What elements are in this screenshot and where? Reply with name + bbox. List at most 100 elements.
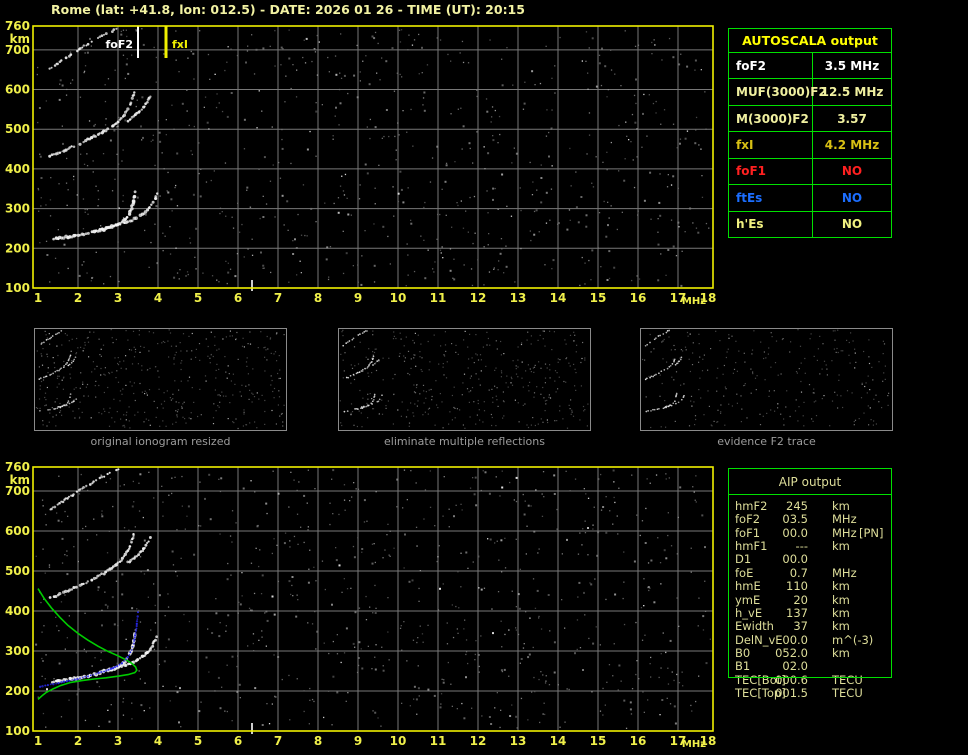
trace-hop2_o bbox=[48, 91, 136, 158]
aip-row-tec-bot-: TEC[Bot] 000.6 TECU bbox=[728, 672, 892, 687]
autoscala-row-muf-3000-f2: MUF(3000)F2 12.5 MHz bbox=[729, 79, 891, 106]
thumbnail-original-ionogram bbox=[34, 328, 287, 431]
autoscala-rows: foF2 3.5 MHz MUF(3000)F2 12.5 MHz M(3000)F2 3… bbox=[729, 53, 891, 237]
autoscala-row-label: foF2 bbox=[729, 53, 813, 79]
trace-layer bbox=[37, 468, 158, 700]
x-tick-label: 3 bbox=[114, 291, 122, 305]
thumbnail-original-ionogram-image bbox=[35, 329, 285, 430]
noise-layer bbox=[35, 469, 711, 734]
aip-panel-header: AIP output bbox=[778, 475, 842, 489]
y-tick-label: 100 bbox=[5, 724, 30, 738]
thumbnail-evidence-f2-trace bbox=[640, 328, 893, 431]
aip-row-hme: hmE 110 km bbox=[728, 580, 892, 593]
x-tick-label: 1 bbox=[34, 734, 42, 748]
x-tick-label: 7 bbox=[274, 291, 282, 305]
autoscala-row-ftes: ftEs NO bbox=[729, 185, 891, 212]
aip-row-hmf2: hmF2 245 km bbox=[728, 500, 892, 513]
x-tick-label: 12 bbox=[470, 291, 487, 305]
x-tick-label: 4 bbox=[154, 291, 162, 305]
x-tick-label: 13 bbox=[510, 734, 527, 748]
aip-row-value: 000.6 bbox=[775, 672, 808, 687]
y-axis-unit: km bbox=[10, 32, 30, 46]
y-tick-label: 200 bbox=[5, 241, 30, 255]
aip-row-label: hmE bbox=[735, 579, 761, 594]
aip-row-unit: km bbox=[832, 605, 850, 620]
aip-row-unit: TECU bbox=[832, 672, 863, 687]
bottom-ionogram-plot: 1 2 3 4 5 6 7 8 9 10 11 12 13 14 15 16 17 18MHz7607006005… bbox=[5, 460, 716, 750]
x-tick-label: 2 bbox=[74, 291, 82, 305]
y-axis-labels: 760700600500400300200100km bbox=[5, 460, 30, 738]
x-tick-label: 3 bbox=[114, 734, 122, 748]
x-axis-unit: MHz bbox=[682, 296, 706, 307]
aip-row-h-ve: h_vE 137 km bbox=[728, 605, 892, 620]
aip-row-label: B1 bbox=[735, 659, 751, 674]
autoscala-row-fxi: fxI 4.2 MHz bbox=[729, 132, 891, 159]
aip-row-value: 00.0 bbox=[782, 632, 808, 647]
autoscala-row-value: 4.2 MHz bbox=[824, 137, 880, 152]
autoscala-row-fof2: foF2 3.5 MHz bbox=[729, 53, 891, 80]
x-tick-label: 7 bbox=[274, 734, 282, 748]
aip-row-tec-top-: TEC[Top] 001.5 TECU bbox=[728, 685, 892, 700]
aip-row-label: D1 bbox=[735, 552, 752, 567]
trace-hop1_o bbox=[52, 190, 137, 241]
y-tick-label: 300 bbox=[5, 202, 30, 216]
autoscala-row-value: 3.5 MHz bbox=[824, 58, 880, 73]
x-tick-label: 6 bbox=[234, 291, 242, 305]
aip-row-label: B0 bbox=[735, 645, 751, 660]
autoscala-row-value: NO bbox=[841, 190, 863, 205]
x-tick-label: 15 bbox=[590, 291, 607, 305]
aip-row-value: --- bbox=[795, 539, 808, 553]
x-tick-label: 8 bbox=[314, 291, 322, 305]
x-tick-label: 13 bbox=[510, 291, 527, 305]
x-tick-label: 1 bbox=[34, 291, 42, 305]
aip-row-unit: km bbox=[832, 579, 850, 594]
aip-row-unit: MHz bbox=[832, 565, 857, 580]
aip-row-value: 00.0 bbox=[782, 552, 808, 567]
autoscala-row-value: 3.57 bbox=[837, 111, 867, 126]
trace-fitted bbox=[38, 611, 139, 689]
x-tick-label: 6 bbox=[234, 734, 242, 748]
autoscala-row-fof1: foF1 NO bbox=[729, 158, 891, 186]
y-tick-label: 100 bbox=[5, 281, 30, 295]
x-tick-label: 5 bbox=[194, 734, 202, 748]
aip-row-fof1: foF1 00.0 MHz [PN] bbox=[728, 526, 892, 540]
aip-row-deln-ve: DelN_vE 00.0 m^(-3) bbox=[728, 632, 892, 647]
aip-row-label: hmF2 bbox=[735, 499, 768, 513]
x-tick-label: 10 bbox=[390, 734, 407, 748]
y-tick-label: 200 bbox=[5, 684, 30, 698]
aip-row-label: foF2 bbox=[735, 512, 761, 527]
noise-layer bbox=[36, 28, 710, 291]
x-tick-label: 5 bbox=[194, 291, 202, 305]
y-axis-unit: km bbox=[10, 473, 30, 487]
autoscala-output-panel: AUTOSCALA output foF2 3.5 MHz MUF(3000)F2 1… bbox=[728, 28, 892, 238]
autoscala-row-label: foF1 bbox=[729, 158, 813, 185]
top-ionogram-plot: foF2 fxI1 2 3 4 5 6 7 8 9 10 11 12 13 14 15 16 17 18MHz760… bbox=[5, 19, 716, 307]
aip-row-value: 245 bbox=[786, 499, 808, 513]
thumbnail-caption: evidence F2 trace bbox=[717, 435, 816, 448]
y-tick-label: 500 bbox=[5, 564, 30, 578]
grid-layer bbox=[33, 467, 713, 731]
x-tick-label: 9 bbox=[354, 291, 362, 305]
y-tick-label: 600 bbox=[5, 524, 30, 538]
fof2-marker: foF2 bbox=[105, 26, 139, 58]
y-tick-label: 400 bbox=[5, 604, 30, 618]
thumbnail-caption: eliminate multiple reflections bbox=[384, 435, 545, 448]
aip-row-d1: D1 00.0 bbox=[728, 553, 892, 566]
autoscala-row-label: fxI bbox=[729, 132, 813, 158]
aip-row-yme: ymE 20 km bbox=[728, 592, 892, 607]
y-tick-label: 300 bbox=[5, 644, 30, 658]
y-tick-label: 760 bbox=[5, 19, 30, 33]
aip-row-unit: km bbox=[832, 592, 850, 607]
x-tick-label: 16 bbox=[630, 734, 647, 748]
noise-layer bbox=[339, 329, 589, 429]
autoscala-row-label: ftEs bbox=[729, 185, 813, 211]
aip-row-value: 001.5 bbox=[775, 685, 808, 700]
aip-row-value: 02.0 bbox=[782, 659, 808, 674]
noise-layer bbox=[35, 329, 285, 430]
autoscala-row-label: h'Es bbox=[729, 211, 813, 237]
autoscala-row-value: NO bbox=[841, 164, 863, 179]
x-tick-label: 12 bbox=[470, 734, 487, 748]
aip-row-b0: B0 052.0 km bbox=[728, 645, 892, 660]
aip-output-panel: AIP output hmF2 245 km foF2 03.5 MHz foF1 00.0 M… bbox=[728, 468, 892, 704]
aip-row-value: 20 bbox=[793, 592, 808, 607]
